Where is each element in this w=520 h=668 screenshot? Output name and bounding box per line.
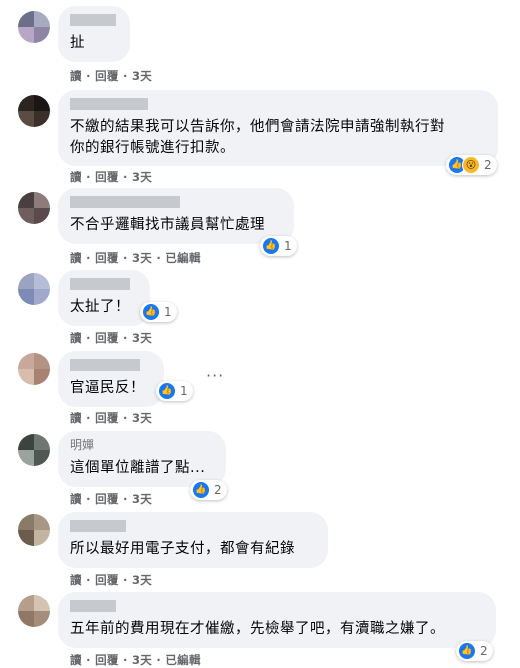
comment-author[interactable] <box>70 278 138 292</box>
avatar[interactable] <box>18 11 50 43</box>
comment-author[interactable] <box>70 14 118 28</box>
reply-link[interactable]: 回覆 <box>95 411 119 425</box>
comment-time[interactable]: 3天 <box>132 331 152 345</box>
comment-bubble: 明嬋 這個單位離譜了點... <box>58 431 226 487</box>
read-link[interactable]: 讀 <box>70 411 82 425</box>
reply-link[interactable]: 回覆 <box>95 653 119 667</box>
read-link[interactable]: 讀 <box>70 573 82 587</box>
edited-label: 已編輯 <box>165 653 201 667</box>
avatar[interactable] <box>18 95 50 127</box>
comment-time[interactable]: 3天 <box>132 492 152 506</box>
comment-actions: 讀 · 回覆 · 3天 <box>70 573 153 587</box>
reaction-summary[interactable]: 👍 1 <box>260 236 297 256</box>
reaction-count: 1 <box>164 305 172 319</box>
like-icon: 👍 <box>158 382 176 400</box>
reaction-summary[interactable]: 👍 😮 2 <box>446 155 497 175</box>
comment-time[interactable]: 3天 <box>132 573 152 587</box>
read-link[interactable]: 讀 <box>70 69 82 83</box>
comment-text: 扯 <box>70 35 85 51</box>
read-link[interactable]: 讀 <box>70 251 82 265</box>
comment-bubble: 扯 <box>58 6 130 62</box>
reaction-summary[interactable]: 👍 2 <box>456 641 493 661</box>
comment-text: 官逼民反！ <box>70 380 145 396</box>
comment-text: 這個單位離譜了點... <box>70 460 206 476</box>
like-icon: 👍 <box>458 642 476 660</box>
comment-bubble: 官逼民反！ <box>58 351 164 407</box>
comment-author[interactable] <box>70 600 484 614</box>
avatar[interactable] <box>18 595 50 627</box>
comment-actions: 讀 · 回覆 · 3天 <box>70 69 153 83</box>
more-options-icon[interactable]: ··· <box>206 366 224 385</box>
reaction-summary[interactable]: 👍 1 <box>140 302 177 322</box>
like-icon: 👍 <box>192 481 210 499</box>
avatar[interactable] <box>18 353 50 385</box>
reaction-count: 2 <box>214 483 222 497</box>
comment-bubble: 所以最好用電子支付，都會有紀錄 <box>58 512 328 568</box>
wow-icon: 😮 <box>462 156 480 174</box>
like-icon: 👍 <box>142 303 160 321</box>
comment-actions: 讀 · 回覆 · 3天 · 已編輯 <box>70 653 201 667</box>
comment-text: 太扯了！ <box>70 299 130 315</box>
comment-author[interactable] <box>70 196 282 210</box>
comment-author[interactable] <box>70 98 486 112</box>
comment-actions: 讀 · 回覆 · 3天 <box>70 492 153 506</box>
reaction-summary[interactable]: 👍 1 <box>156 381 193 401</box>
read-link[interactable]: 讀 <box>70 170 82 184</box>
comment-actions: 讀 · 回覆 · 3天 · 已編輯 <box>70 251 201 265</box>
comment-bubble: 不繳的結果我可以告訴你，他們會請法院申請強制執行對 你的銀行帳號進行扣款。 <box>58 90 498 166</box>
reply-link[interactable]: 回覆 <box>95 492 119 506</box>
reaction-count: 1 <box>284 239 292 253</box>
comment-time[interactable]: 3天 <box>132 170 152 184</box>
avatar[interactable] <box>18 434 50 466</box>
comment-time[interactable]: 3天 <box>132 411 152 425</box>
comment-time[interactable]: 3天 <box>132 653 152 667</box>
avatar[interactable] <box>18 192 50 224</box>
comment-author[interactable] <box>70 520 316 534</box>
comment-bubble: 五年前的費用現在才催繳，先檢舉了吧，有瀆職之嫌了。 <box>58 592 496 648</box>
comment-actions: 讀 · 回覆 · 3天 <box>70 170 153 184</box>
avatar[interactable] <box>18 514 50 546</box>
read-link[interactable]: 讀 <box>70 492 82 506</box>
reaction-summary[interactable]: 👍 2 <box>190 480 227 500</box>
read-link[interactable]: 讀 <box>70 653 82 667</box>
reply-link[interactable]: 回覆 <box>95 69 119 83</box>
reply-link[interactable]: 回覆 <box>95 331 119 345</box>
comment-author[interactable] <box>70 359 152 373</box>
comment-actions: 讀 · 回覆 · 3天 <box>70 411 153 425</box>
comment-actions: 讀 · 回覆 · 3天 <box>70 331 153 345</box>
reply-link[interactable]: 回覆 <box>95 251 119 265</box>
comment-bubble: 太扯了！ <box>58 270 150 326</box>
read-link[interactable]: 讀 <box>70 331 82 345</box>
avatar[interactable] <box>18 273 50 305</box>
reply-link[interactable]: 回覆 <box>95 573 119 587</box>
comment-text: 不合乎邏輯找市議員幫忙處理 <box>70 217 265 233</box>
comment-bubble: 不合乎邏輯找市議員幫忙處理 <box>58 188 294 244</box>
comment-time[interactable]: 3天 <box>132 69 152 83</box>
comment-author[interactable]: 明嬋 <box>70 439 214 453</box>
reaction-count: 2 <box>484 158 492 172</box>
comment-text: 五年前的費用現在才催繳，先檢舉了吧，有瀆職之嫌了。 <box>70 621 445 637</box>
edited-label: 已編輯 <box>165 251 201 265</box>
comment-text: 所以最好用電子支付，都會有紀錄 <box>70 541 295 557</box>
comment-time[interactable]: 3天 <box>132 251 152 265</box>
reply-link[interactable]: 回覆 <box>95 170 119 184</box>
comment-text: 不繳的結果我可以告訴你，他們會請法院申請強制執行對 你的銀行帳號進行扣款。 <box>70 119 445 156</box>
reaction-count: 2 <box>480 644 488 658</box>
reaction-count: 1 <box>180 384 188 398</box>
like-icon: 👍 <box>262 237 280 255</box>
